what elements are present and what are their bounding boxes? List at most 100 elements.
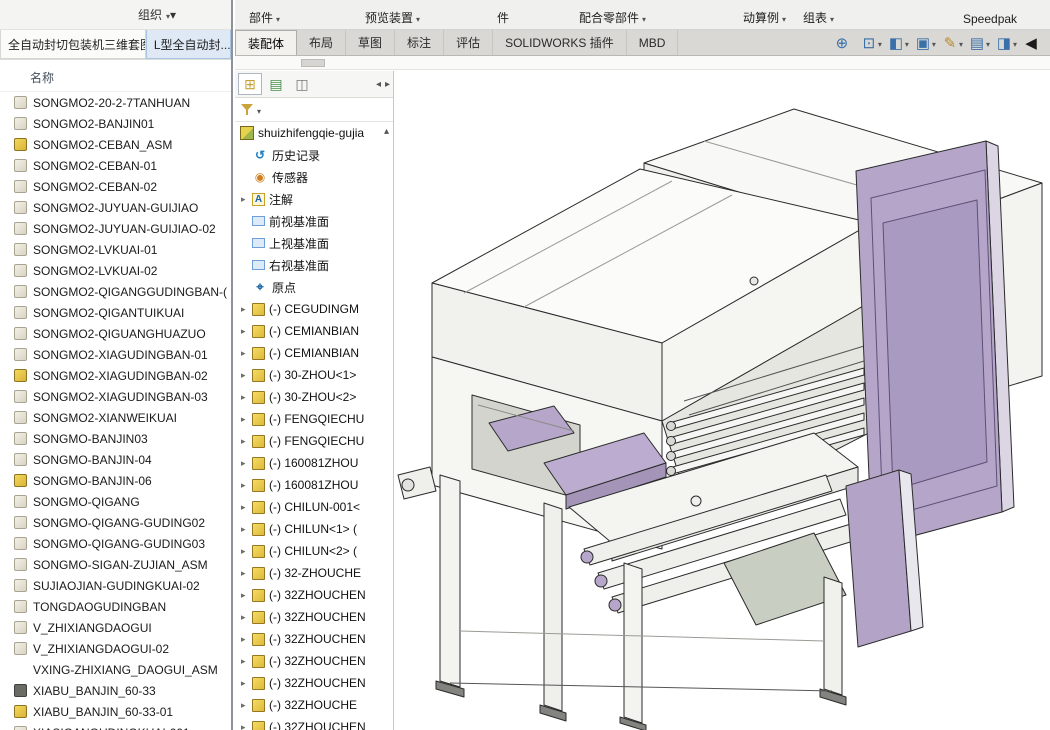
chevron-down-icon[interactable] xyxy=(642,11,646,25)
expand-icon[interactable] xyxy=(241,722,252,730)
list-item[interactable]: SONGMO2-20-2-7TANHUAN xyxy=(0,92,231,113)
expand-icon[interactable] xyxy=(241,634,252,645)
list-item[interactable]: XIABU_BANJIN_60-33-01 xyxy=(0,701,231,722)
feature-tree-item[interactable]: 注解 xyxy=(235,188,393,210)
configurationmanager-tab[interactable] xyxy=(290,73,314,95)
list-item[interactable]: SONGMO-BANJIN-04 xyxy=(0,449,231,470)
expand-icon[interactable] xyxy=(241,700,252,711)
feature-tree-item[interactable]: (-) 160081ZHOU xyxy=(235,474,393,496)
chevron-down-icon[interactable] xyxy=(932,34,936,52)
ribbon-command-button[interactable]: 配合零部件 xyxy=(579,9,646,26)
list-item[interactable]: SONGMO2-QIGANGGUDINGBAN-( xyxy=(0,281,231,302)
expand-icon[interactable] xyxy=(241,414,252,425)
scroll-right-icon[interactable] xyxy=(385,79,390,90)
view-settings-icon[interactable] xyxy=(993,32,1019,54)
expand-icon[interactable] xyxy=(241,480,252,491)
organize-menu[interactable]: 组织 xyxy=(138,6,162,23)
feature-tree-item[interactable]: (-) CEGUDINGM xyxy=(235,298,393,320)
feature-tree-item[interactable]: (-) 32-ZHOUCHE xyxy=(235,562,393,584)
list-item[interactable]: SONGMO2-XIAGUDINGBAN-03 xyxy=(0,386,231,407)
filter-funnel-icon[interactable] xyxy=(240,103,254,116)
feature-tree-item[interactable]: 前视基准面 xyxy=(235,210,393,232)
chevron-down-icon[interactable] xyxy=(257,101,261,119)
list-item[interactable]: SONGMO-BANJIN03 xyxy=(0,428,231,449)
edit-appearance-icon[interactable] xyxy=(939,32,965,54)
list-item[interactable]: TONGDAOGUDINGBAN xyxy=(0,596,231,617)
feature-tree-item[interactable]: 右视基准面 xyxy=(235,254,393,276)
expand-icon[interactable] xyxy=(241,568,252,579)
expand-icon[interactable] xyxy=(241,326,252,337)
featuremanager-tree-tab[interactable] xyxy=(238,73,262,95)
feature-tree-item[interactable]: (-) FENGQIECHU xyxy=(235,408,393,430)
list-item[interactable]: SONGMO2-JUYUAN-GUIJIAO xyxy=(0,197,231,218)
command-manager-tab[interactable]: MBD xyxy=(627,30,679,55)
chevron-down-icon[interactable] xyxy=(959,34,963,52)
command-manager-tab[interactable]: SOLIDWORKS 插件 xyxy=(493,30,627,55)
splitter-handle[interactable] xyxy=(301,59,325,67)
ribbon-command-button[interactable]: 件 xyxy=(497,9,516,26)
feature-tree-item[interactable]: (-) 30-ZHOU<1> xyxy=(235,364,393,386)
list-item[interactable]: SONGMO2-QIGANTUIKUAI xyxy=(0,302,231,323)
graphics-area[interactable] xyxy=(394,71,1050,730)
list-item[interactable]: V_ZHIXIANGDAOGUI-02 xyxy=(0,638,231,659)
feature-tree-item[interactable]: (-) 30-ZHOU<2> xyxy=(235,386,393,408)
expand-icon[interactable] xyxy=(241,436,252,447)
expand-icon[interactable] xyxy=(241,612,252,623)
list-item[interactable]: SONGMO-BANJIN-06 xyxy=(0,470,231,491)
list-item[interactable]: SONGMO-QIGANG xyxy=(0,491,231,512)
expand-icon[interactable] xyxy=(241,656,252,667)
chevron-down-icon[interactable] xyxy=(878,34,882,52)
feature-tree-item[interactable]: (-) FENGQIECHU xyxy=(235,430,393,452)
list-item[interactable]: V_ZHIXIANGDAOGUI xyxy=(0,617,231,638)
ribbon-command-button[interactable]: 动算例 xyxy=(743,9,786,26)
list-item[interactable]: SONGMO2-CEBAN-02 xyxy=(0,176,231,197)
expand-icon[interactable] xyxy=(241,370,252,381)
feature-tree-item[interactable]: (-) 32ZHOUCHEN xyxy=(235,628,393,650)
list-item[interactable]: SONGMO2-JUYUAN-GUIJIAO-02 xyxy=(0,218,231,239)
command-manager-tab[interactable]: 草图 xyxy=(346,30,395,55)
expand-icon[interactable] xyxy=(241,392,252,403)
propertymanager-tab[interactable] xyxy=(264,73,288,95)
zoom-to-fit-icon[interactable] xyxy=(831,32,857,54)
list-item[interactable]: SONGMO2-BANJIN01 xyxy=(0,113,231,134)
list-item[interactable]: VXING-ZHIXIANG_DAOGUI_ASM xyxy=(0,659,231,680)
list-item[interactable]: SONGMO-QIGANG-GUDING02 xyxy=(0,512,231,533)
expand-icon[interactable] xyxy=(241,524,252,535)
command-manager-tab[interactable]: 布局 xyxy=(297,30,346,55)
chevron-down-icon[interactable] xyxy=(830,11,834,25)
column-header-name[interactable]: 名称 xyxy=(0,60,231,92)
feature-tree-item[interactable]: (-) CEMIANBIAN xyxy=(235,342,393,364)
feature-tree-item[interactable]: (-) CHILUN<1> ( xyxy=(235,518,393,540)
view-orientation-icon[interactable] xyxy=(912,32,938,54)
machine-3d-model[interactable] xyxy=(394,71,1050,730)
feature-tree-item[interactable]: 历史记录 xyxy=(235,144,393,166)
list-item[interactable]: SONGMO2-LVKUAI-02 xyxy=(0,260,231,281)
feature-tree-item[interactable]: (-) 32ZHOUCHEN xyxy=(235,584,393,606)
chevron-down-icon[interactable] xyxy=(986,34,990,52)
scroll-left-icon[interactable] xyxy=(376,79,381,90)
feature-tree-item[interactable]: (-) 32ZHOUCHEN xyxy=(235,716,393,730)
feature-tree-item[interactable]: (-) 160081ZHOU xyxy=(235,452,393,474)
list-item[interactable]: SONGMO2-LVKUAI-01 xyxy=(0,239,231,260)
assembly-root-node[interactable]: shuizhifengqie-gujia xyxy=(235,122,393,144)
list-item[interactable]: SUJIAOJIAN-GUDINGKUAI-02 xyxy=(0,575,231,596)
list-item[interactable]: SONGMO2-XIANWEIKUAI xyxy=(0,407,231,428)
chevron-down-icon[interactable] xyxy=(276,11,280,25)
folder-tab-main[interactable]: 全自动封切包装机三维套图 xyxy=(0,30,146,59)
feature-tree-item[interactable]: (-) CHILUN<2> ( xyxy=(235,540,393,562)
expand-icon[interactable] xyxy=(241,348,252,359)
command-manager-tab[interactable]: 标注 xyxy=(395,30,444,55)
list-item[interactable]: XIABU_BANJIN_60-33 xyxy=(0,680,231,701)
list-item[interactable]: SONGMO2-XIAGUDINGBAN-01 xyxy=(0,344,231,365)
ribbon-command-button[interactable]: Speedpak xyxy=(963,12,1024,26)
chevron-down-icon[interactable] xyxy=(1013,34,1017,52)
section-view-icon[interactable] xyxy=(885,32,911,54)
feature-tree-item[interactable]: (-) 32ZHOUCHEN xyxy=(235,606,393,628)
folder-tab-current[interactable]: L型全自动封... xyxy=(146,30,231,59)
feature-tree-item[interactable]: (-) 32ZHOUCHEN xyxy=(235,672,393,694)
ribbon-command-button[interactable]: 预览装置 xyxy=(365,9,420,26)
scene-icon[interactable] xyxy=(966,32,992,54)
chevron-down-icon[interactable] xyxy=(905,34,909,52)
ribbon-command-button[interactable]: 组表 xyxy=(803,9,834,26)
feature-tree-item[interactable]: (-) 32ZHOUCHE xyxy=(235,694,393,716)
